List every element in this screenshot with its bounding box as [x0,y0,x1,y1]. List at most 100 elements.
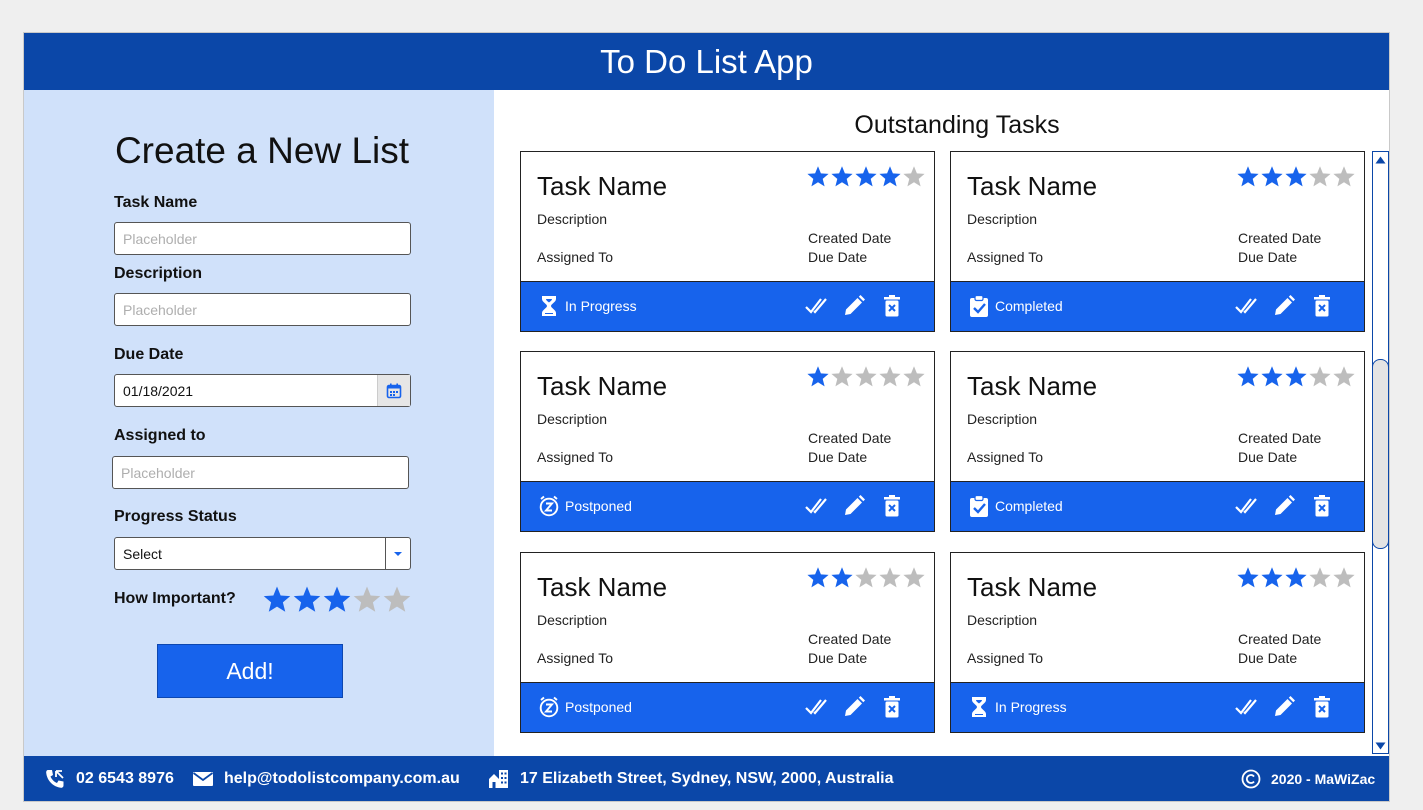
task-assigned-to: Assigned To [537,650,614,666]
chevron-down-icon [394,551,402,556]
complete-task-button[interactable] [1234,493,1260,519]
task-due-date: Due Date [1238,449,1298,465]
tasks-scrollbar[interactable] [1372,151,1389,754]
double-check-icon [804,498,830,523]
star-filled-icon [807,366,829,387]
task-status-text: Postponed [565,699,632,715]
task-name: Task Name [967,371,1098,401]
progress-status-dropdown-button[interactable] [385,538,410,569]
hourglass-icon [968,695,990,719]
star-empty-icon [879,366,901,387]
complete-task-button[interactable] [804,293,830,319]
task-card[interactable]: Task Name Description Assigned To Created D… [950,151,1365,332]
star-filled-icon [831,166,853,187]
star-empty-icon [1309,366,1331,387]
app-window: To Do List App Create a New List Task Na… [23,32,1390,802]
footer-phone: 02 6543 8976 [44,769,174,789]
task-card[interactable]: Task Name Description Assigned To Created D… [950,552,1365,733]
edit-task-button[interactable] [1271,293,1297,319]
task-due-date: Due Date [808,449,868,465]
due-date-value: 01/18/2021 [123,383,194,399]
task-card[interactable]: Task Name Description Assigned To Created D… [950,351,1365,532]
complete-task-button[interactable] [804,493,830,519]
calendar-button[interactable] [377,375,410,406]
task-status-bar: In Progress [951,682,1364,732]
delete-task-button[interactable] [879,694,905,720]
task-status-bar: Postponed [521,682,934,732]
task-card[interactable]: Task Name Description Assigned To Created D… [520,151,935,332]
star-empty-icon [855,567,877,588]
complete-task-button[interactable] [1234,293,1260,319]
task-description: Description [967,612,1038,628]
task-name: Task Name [537,572,668,602]
edit-task-button[interactable] [841,493,867,519]
footer-email-text[interactable]: help@todolistcompany.com.au [224,770,460,788]
footer-copyright-text: 2020 - MaWiZac [1271,771,1376,787]
envelope-icon [192,772,214,786]
delete-task-button[interactable] [879,293,905,319]
assigned-to-label: Assigned to [114,427,206,444]
edit-task-button[interactable] [1271,493,1297,519]
star-empty-icon[interactable] [352,585,382,615]
task-created-date: Created Date [808,430,892,446]
star-empty-icon [1333,567,1355,588]
task-card[interactable]: Task Name Description Assigned To Created D… [520,552,935,733]
footer-address: 17 Elizabeth Street, Sydney, NSW, 2000, … [488,769,893,789]
complete-task-button[interactable] [804,694,830,720]
star-filled-icon[interactable] [292,585,322,615]
due-date-input[interactable]: 01/18/2021 [114,374,411,407]
task-created-date: Created Date [808,631,892,647]
task-status-bar: In Progress [521,281,934,331]
task-due-date: Due Date [1238,249,1298,265]
star-empty-icon [1309,166,1331,187]
task-description: Description [537,411,608,427]
star-filled-icon[interactable] [322,585,352,615]
delete-task-button[interactable] [1309,293,1335,319]
edit-task-button[interactable] [1271,694,1297,720]
pencil-icon [841,696,867,724]
task-created-date: Created Date [1238,430,1322,446]
star-empty-icon [879,567,901,588]
delete-task-button[interactable] [879,493,905,519]
task-rating [1236,566,1356,590]
edit-task-button[interactable] [841,694,867,720]
task-name-input[interactable] [114,222,411,255]
star-filled-icon[interactable] [262,585,292,615]
progress-status-select[interactable]: Select [114,537,411,570]
star-filled-icon [1237,166,1259,187]
task-status-text: Completed [995,298,1063,314]
pencil-icon [841,295,867,323]
phone-icon [46,770,64,788]
edit-task-button[interactable] [841,293,867,319]
scroll-down-button[interactable] [1373,738,1388,753]
pencil-icon [1271,295,1297,323]
pencil-icon [841,495,867,523]
trash-icon [879,495,905,523]
star-filled-icon [855,166,877,187]
star-empty-icon [1333,366,1355,387]
importance-rating[interactable] [262,585,412,615]
add-button[interactable]: Add! [157,644,343,698]
star-filled-icon [1237,567,1259,588]
assigned-to-input[interactable] [112,456,409,489]
task-description: Description [537,612,608,628]
triangle-up-icon [1375,156,1386,163]
task-card[interactable]: Task Name Description Assigned To Created D… [520,351,935,532]
task-due-date: Due Date [808,249,868,265]
footer-email[interactable]: help@todolistcompany.com.au [192,769,460,789]
due-date-label: Due Date [114,346,184,363]
scroll-up-button[interactable] [1373,152,1388,167]
complete-task-button[interactable] [1234,694,1260,720]
description-input[interactable] [114,293,411,326]
pencil-icon [1271,696,1297,724]
star-filled-icon [807,166,829,187]
delete-task-button[interactable] [1309,694,1335,720]
delete-task-button[interactable] [1309,493,1335,519]
scrollbar-thumb[interactable] [1372,359,1389,549]
star-filled-icon [1261,366,1283,387]
task-due-date: Due Date [808,650,868,666]
star-filled-icon [1285,366,1307,387]
trash-icon [1309,696,1335,724]
star-empty-icon[interactable] [382,585,412,615]
task-assigned-to: Assigned To [537,249,614,265]
